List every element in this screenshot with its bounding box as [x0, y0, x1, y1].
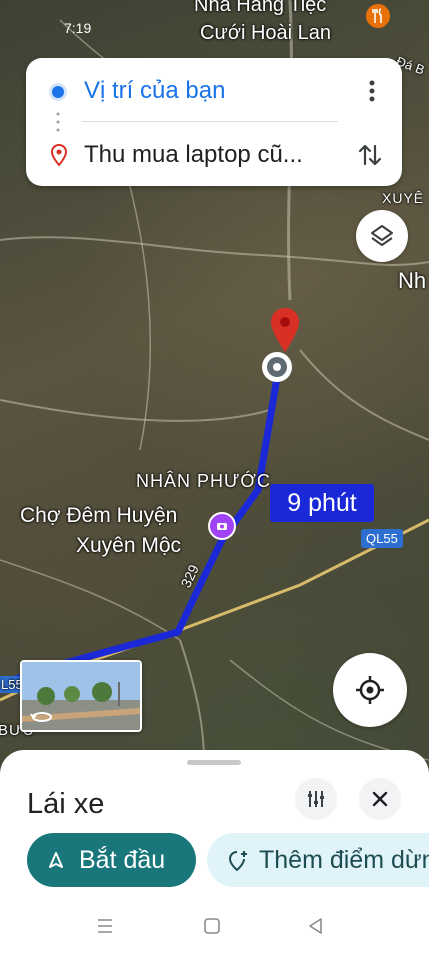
street-view-thumbnail[interactable] — [20, 660, 142, 732]
connector-dots-icon — [56, 112, 60, 132]
destination-field[interactable]: Thu mua laptop cũ... — [48, 138, 402, 178]
map-label-restaurant-line1: Nhà Hàng Tiệc — [194, 0, 327, 16]
map-label-nhan-phuoc: NHÂN PHƯỚC — [136, 471, 271, 491]
more-vert-icon — [369, 80, 375, 102]
close-button[interactable] — [359, 778, 401, 820]
market-place-icon[interactable] — [208, 512, 236, 540]
highway-badge: QL55 — [361, 529, 403, 548]
status-time: 7:19 — [64, 20, 92, 36]
route-waypoint-icon — [262, 352, 292, 382]
destination-text: Thu mua laptop cũ... — [84, 141, 303, 168]
origin-field[interactable]: Vị trí của bạn — [48, 74, 402, 114]
swap-route-button[interactable] — [356, 140, 384, 170]
card-divider — [82, 121, 338, 122]
add-stop-button[interactable]: Thêm điểm dừng — [207, 833, 429, 887]
start-label: Bắt đầu — [79, 846, 166, 874]
recent-apps-icon[interactable] — [95, 916, 115, 941]
map-label-xuye: XUYÊ — [382, 190, 425, 206]
tune-icon — [306, 789, 326, 814]
add-location-icon — [227, 849, 249, 876]
swap-vert-icon — [358, 144, 382, 166]
home-icon[interactable] — [202, 916, 222, 941]
map-label-nh: Nh — [398, 268, 427, 293]
more-options-button[interactable] — [360, 76, 384, 106]
route-time-badge[interactable]: 9 phút — [270, 484, 374, 522]
map-label-restaurant-line2: Cưới Hoài Lan — [200, 22, 332, 44]
location-pin-icon — [50, 143, 68, 171]
blue-dot-icon — [52, 86, 64, 98]
sheet-drag-handle[interactable] — [187, 760, 241, 765]
back-icon[interactable] — [306, 916, 326, 941]
my-location-button[interactable] — [333, 653, 407, 727]
directions-card: Vị trí của bạn Thu mua laptop cũ... — [26, 58, 402, 186]
system-nav-bar — [0, 902, 429, 954]
navigation-arrow-icon — [47, 851, 65, 874]
bottom-sheet: Lái xe Bắt đầu Thêm điểm dừng — [0, 750, 429, 954]
route-options-button[interactable] — [295, 778, 337, 820]
layers-button[interactable] — [356, 210, 408, 262]
travel-mode-title: Lái xe — [27, 788, 105, 820]
start-navigation-button[interactable]: Bắt đầu — [27, 833, 196, 887]
map-label-market-line1: Chợ Đêm Huyện — [20, 504, 178, 527]
origin-text: Vị trí của bạn — [84, 77, 226, 104]
map-label-market-line2: Xuyên Mộc — [76, 534, 182, 557]
restaurant-icon[interactable] — [366, 4, 390, 28]
add-stop-label: Thêm điểm dừng — [259, 846, 429, 874]
close-icon — [372, 791, 388, 812]
destination-pin-icon[interactable] — [268, 306, 302, 354]
